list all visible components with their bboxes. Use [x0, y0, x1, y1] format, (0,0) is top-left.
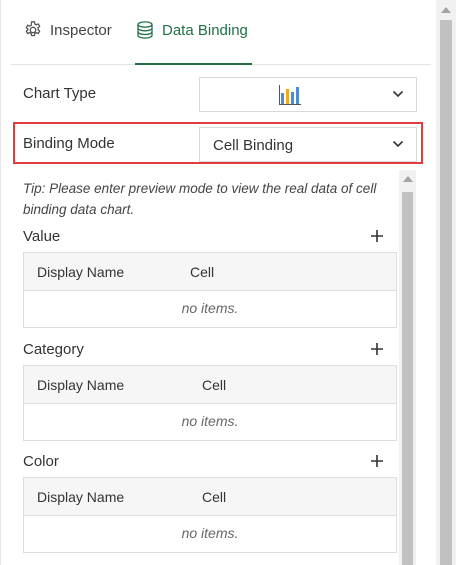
preview-tip: Tip: Please enter preview mode to view t…: [23, 181, 377, 217]
chart-type-row: Chart Type: [23, 77, 419, 113]
empty-items-text: no items.: [181, 413, 239, 429]
tab-data-binding-label: Data Binding: [162, 22, 248, 39]
category-items-table: Display Name Cell no items.: [23, 365, 397, 441]
database-icon: [137, 21, 153, 39]
chevron-down-icon: [392, 90, 404, 98]
inner-scrollbar-thumb[interactable]: [402, 192, 413, 565]
tab-data-binding[interactable]: Data Binding: [135, 20, 252, 65]
data-binding-panel: Inspector Data Binding Chart Type Bindin…: [0, 0, 437, 565]
category-section-title: Category: [23, 341, 84, 358]
tab-inspector[interactable]: Inspector: [23, 20, 112, 58]
chart-type-label: Chart Type: [23, 85, 97, 102]
table-header: Display Name Cell: [24, 253, 396, 291]
binding-mode-label: Binding Mode: [23, 135, 115, 152]
bar-chart-icon: [279, 85, 301, 105]
value-section-title: Value: [23, 228, 61, 245]
display-name-header: Display Name: [37, 264, 125, 280]
add-color-button[interactable]: [370, 454, 384, 468]
panel-tabs: Inspector Data Binding: [11, 8, 431, 65]
scroll-up-arrow-icon[interactable]: [403, 176, 413, 182]
gear-icon: [25, 21, 41, 37]
color-section-title: Color: [23, 453, 59, 470]
binding-mode-value: Cell Binding: [213, 137, 294, 154]
add-value-button[interactable]: [370, 229, 384, 243]
scroll-up-arrow-icon[interactable]: [441, 7, 451, 13]
cell-header: Cell: [202, 377, 227, 393]
inner-scrollbar[interactable]: [399, 170, 416, 565]
cell-header: Cell: [190, 264, 215, 280]
chart-type-select[interactable]: [199, 77, 417, 112]
empty-items-text: no items.: [181, 525, 239, 541]
outer-scrollbar[interactable]: [436, 0, 456, 565]
empty-items-text: no items.: [181, 300, 239, 316]
chevron-down-icon: [392, 140, 404, 148]
value-items-table: Display Name Cell no items.: [23, 252, 397, 328]
cell-header: Cell: [202, 489, 227, 505]
table-header: Display Name Cell: [24, 478, 396, 516]
binding-scroll-area[interactable]: Tip: Please enter preview mode to view t…: [13, 170, 431, 565]
color-items-table: Display Name Cell no items.: [23, 477, 397, 553]
tab-inspector-label: Inspector: [50, 22, 112, 39]
binding-mode-row: Binding Mode Cell Binding: [23, 127, 419, 163]
binding-mode-select[interactable]: Cell Binding: [199, 127, 417, 162]
table-header: Display Name Cell: [24, 366, 396, 404]
display-name-header: Display Name: [37, 489, 125, 505]
add-category-button[interactable]: [370, 342, 384, 356]
display-name-header: Display Name: [37, 377, 125, 393]
outer-scrollbar-thumb[interactable]: [440, 20, 452, 565]
